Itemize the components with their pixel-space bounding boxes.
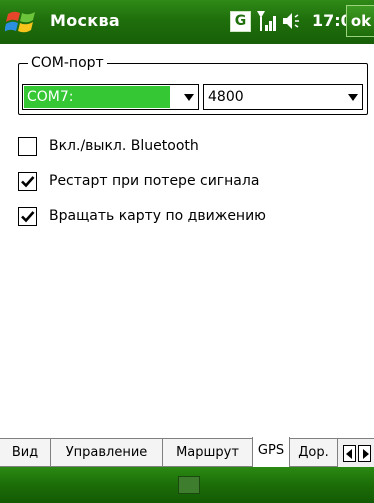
title-bar: Москва G 17:00 ok	[0, 0, 374, 44]
baud-rate-select[interactable]: 4800	[203, 84, 363, 110]
tab-gps[interactable]: GPS	[252, 437, 290, 468]
tab-route[interactable]: Маршрут	[163, 439, 253, 467]
gprs-indicator-icon[interactable]: G	[230, 11, 251, 32]
tab-scroll-left-button[interactable]	[343, 445, 356, 462]
tab-control[interactable]: Управление	[51, 439, 163, 467]
rotate-map-label: Вращать карту по движению	[49, 208, 266, 224]
arrow-left-icon	[346, 449, 352, 459]
soft-key-bar	[0, 467, 374, 503]
ok-button[interactable]: ok	[346, 5, 374, 37]
restart-on-signal-loss-checkbox[interactable]	[18, 172, 37, 191]
checkmark-icon	[21, 176, 35, 188]
checkmark-icon	[21, 211, 35, 223]
restart-on-signal-loss-label: Рестарт при потере сигнала	[49, 173, 260, 189]
rotate-map-checkbox[interactable]	[18, 207, 37, 226]
arrow-right-icon	[363, 449, 369, 459]
baud-rate-value: 4800	[208, 89, 244, 105]
chevron-down-icon[interactable]	[348, 94, 358, 101]
tab-view[interactable]: Вид	[0, 439, 51, 467]
bluetooth-label: Вкл./выкл. Bluetooth	[49, 138, 199, 154]
windows-start-icon[interactable]	[5, 6, 37, 38]
app-title: Москва	[50, 11, 120, 30]
bluetooth-checkbox[interactable]	[18, 137, 37, 156]
chevron-down-icon[interactable]	[184, 94, 194, 101]
com-port-select[interactable]: COM7:	[22, 84, 199, 110]
volume-icon[interactable]	[281, 11, 305, 31]
settings-tab-bar: Вид Управление Маршрут GPS Дор.	[0, 437, 374, 468]
signal-icon[interactable]	[256, 9, 278, 33]
com-port-group-label: COM-порт	[28, 55, 107, 71]
tab-scroll-right-button[interactable]	[358, 445, 371, 462]
tab-roads[interactable]: Дор.	[290, 439, 338, 467]
keyboard-icon[interactable]	[178, 476, 200, 494]
com-port-value: COM7:	[27, 89, 74, 105]
